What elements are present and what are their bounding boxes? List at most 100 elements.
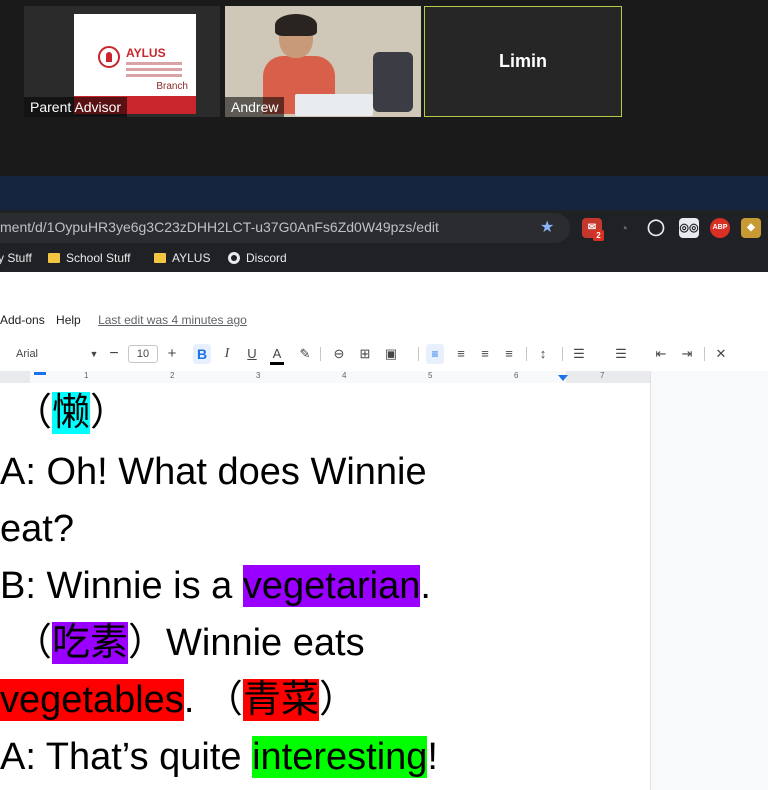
docs-side-margin [650,371,768,790]
numbered-list-icon[interactable]: ☰ [570,344,588,364]
align-right-icon[interactable]: ≡ [476,344,494,364]
participant-name: Parent Advisor [24,97,128,117]
decrease-indent-icon[interactable]: ⇤ [652,344,670,364]
text-run: . [420,565,431,607]
toolbar-divider [418,347,419,361]
doc-line: （吃素）Winnie eats [14,620,365,666]
paren-open: （ [14,622,53,664]
italic-button[interactable]: I [219,344,235,364]
bookmark-label: School Stuff [66,251,131,265]
ruler-margin-left [0,371,30,383]
link-icon[interactable]: ⊖ [330,344,348,364]
video-tile-limin[interactable]: Limin [424,6,622,117]
bulleted-list-icon[interactable]: ☰ [612,344,630,364]
text-run: ! [427,736,438,778]
text-run: . （ [183,679,243,721]
paren-open: （ [14,392,53,434]
timer-extension-icon[interactable]: ◔ [614,218,634,238]
q-extension-icon[interactable]: ◯ [646,218,666,238]
doc-line: A: That’s quite interesting! [0,734,438,780]
owl-extension-icon[interactable]: ◎◎ [679,218,699,238]
bookmark-folder-school-stuff[interactable]: School Stuff [48,251,131,265]
participant-name: Andrew [225,97,285,117]
font-family-select[interactable]: Arial [16,344,76,364]
increase-font-size-button[interactable]: + [164,344,180,364]
menu-help[interactable]: Help [56,313,81,327]
text-run: ）Winnie eats [128,622,365,664]
bookmark-discord[interactable]: Discord [228,251,287,265]
docs-menubar: Add-ons Help Last edit was 4 minutes ago [0,313,255,327]
ruler-margin-right [566,371,650,383]
zoom-video-strip: AYLUS Branch Parent Advisor Andrew Limin [0,0,768,176]
text-run: B: Winnie is a [0,565,243,607]
indent-marker[interactable] [34,372,46,375]
video-tile-parent-advisor[interactable]: AYLUS Branch Parent Advisor [24,6,220,117]
toolbar-divider [526,347,527,361]
folder-icon [154,253,166,263]
image-icon[interactable]: ▣ [382,344,400,364]
decrease-font-size-button[interactable]: − [106,344,122,364]
mail-count-badge: 2 [593,230,604,241]
ruler-number: 1 [84,371,89,380]
underline-button[interactable]: U [244,344,260,364]
ruler[interactable]: 1 2 3 4 5 6 7 [0,371,650,383]
ruler-number: 6 [514,371,519,380]
doc-line: eat? [0,508,74,550]
align-left-icon[interactable]: ≡ [426,344,444,364]
highlight-green-word: interesting [252,736,428,778]
align-justify-icon[interactable]: ≡ [500,344,518,364]
person-hair [275,14,317,36]
highlight-red-word: vegetables [0,679,184,721]
menu-addons[interactable]: Add-ons [0,313,45,327]
chair [373,52,413,112]
docs-toolbar: Arial ▼ − 10 + B I U A ✎ ⊖ ⊞ ▣ ≡ ≡ ≡ ≡ ↕… [0,341,768,367]
participant-name: Limin [499,51,547,71]
toolbar-divider [320,347,321,361]
align-center-icon[interactable]: ≡ [452,344,470,364]
clear-formatting-icon[interactable]: ✕ [712,344,730,364]
extension-icon[interactable]: ◆ [741,218,761,238]
aylus-logo-text: AYLUS [126,46,166,60]
adblock-plus-icon[interactable]: ABP [710,218,730,238]
bookmark-star-icon[interactable]: ★ [540,217,554,237]
text-color-button[interactable]: A [268,344,286,365]
ruler-number: 5 [428,371,433,380]
increase-indent-icon[interactable]: ⇥ [678,344,696,364]
highlight-purple-word: 吃素 [52,622,129,664]
highlight-cyan-word: 懒 [52,392,91,434]
chevron-down-icon[interactable]: ▼ [88,344,100,364]
bookmark-label: AYLUS [172,251,211,265]
ruler-number: 3 [256,371,261,380]
right-indent-marker[interactable] [558,375,568,381]
paren-close: ） [90,392,129,434]
doc-line: B: Winnie is a vegetarian. [0,563,431,609]
bookmark-label: y Stuff [0,251,32,265]
video-tile-andrew[interactable]: Andrew [225,6,421,117]
paren-close: ） [318,679,357,721]
highlight-purple-word: vegetarian [242,565,421,607]
browser-tab-strip [0,176,768,210]
aylus-tagline [126,62,182,80]
bookmark-label: Discord [246,251,287,265]
bookmarks-bar: y Stuff School Stuff AYLUS Discord [0,246,768,272]
ruler-number: 2 [170,371,175,380]
bookmark-folder[interactable]: y Stuff [0,251,32,265]
highlight-red-word: 青菜 [242,679,319,721]
doc-line: A: Oh! What does Winnie [0,451,427,493]
desk-papers [295,94,373,116]
doc-line: （懒） [14,390,128,436]
font-size-input[interactable]: 10 [128,345,158,363]
aylus-logo-icon [98,46,120,68]
url-text[interactable]: ment/d/1OypuHR3ye6g3C23zDHH2LCT-u37G0AnF… [0,219,439,235]
toolbar-divider [562,347,563,361]
comment-icon[interactable]: ⊞ [356,344,374,364]
gmail-extension-icon[interactable]: ✉ 2 [582,218,604,241]
ruler-number: 4 [342,371,347,380]
bold-button[interactable]: B [193,344,211,364]
highlight-pen-icon[interactable]: ✎ [296,344,314,364]
folder-icon [48,253,60,263]
ruler-number: 7 [600,371,605,380]
bookmark-folder-aylus[interactable]: AYLUS [154,251,210,265]
last-edit-link[interactable]: Last edit was 4 minutes ago [98,313,247,327]
line-spacing-icon[interactable]: ↕ [534,344,552,364]
